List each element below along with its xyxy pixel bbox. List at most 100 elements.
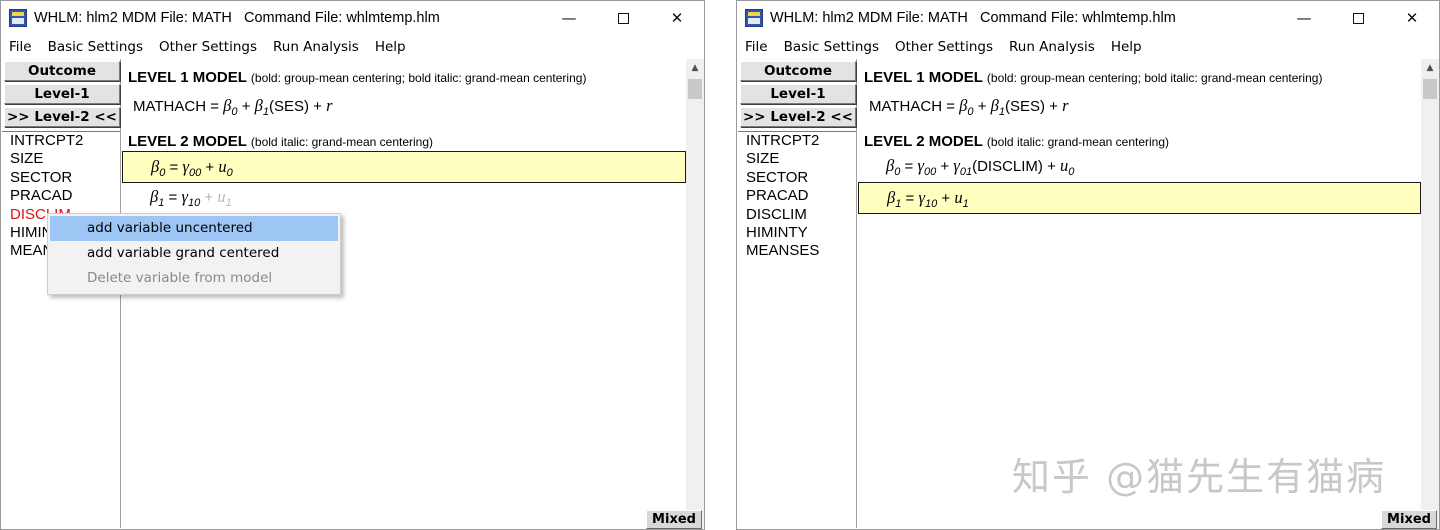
variable-item-sector[interactable]: SECTOR: [2, 169, 120, 187]
predictor-ses: (SES): [268, 98, 309, 115]
plus-sign: +: [1047, 158, 1056, 175]
close-icon[interactable]: ✕: [1385, 1, 1439, 35]
variable-item-pracad[interactable]: PRACAD: [2, 187, 120, 205]
level1-equation[interactable]: MATHACH = β0 + β1(SES) + r: [869, 96, 1069, 118]
scroll-up-icon[interactable]: ▲: [1421, 59, 1439, 77]
plus-sign: +: [977, 98, 987, 115]
residual-u: u: [218, 157, 227, 176]
scroll-thumb[interactable]: [1423, 79, 1437, 99]
vertical-scrollbar[interactable]: ▲: [1421, 59, 1439, 528]
whlm-window-left: WHLM: hlm2 MDM File: MATH Command File: …: [0, 0, 705, 530]
level1-title: LEVEL 1 MODEL: [864, 69, 983, 86]
equals-sign: =: [946, 98, 955, 115]
gamma-subscript: 10: [924, 198, 938, 210]
variable-item-size[interactable]: SIZE: [2, 150, 120, 168]
beta-subscript: 0: [894, 166, 901, 178]
level1-heading: LEVEL 1 MODEL (bold: group-mean centering…: [864, 69, 1322, 87]
level2-equation-1: β1 = γ10 + u1: [150, 187, 232, 209]
outcome-button[interactable]: Outcome: [740, 61, 856, 81]
equals-sign: =: [168, 189, 178, 206]
beta-subscript: 1: [895, 198, 902, 210]
predictor-disclim: (DISCLIM): [972, 158, 1043, 175]
scroll-thumb[interactable]: [688, 79, 702, 99]
level1-button[interactable]: Level-1: [4, 84, 120, 104]
delete-variable-item: Delete variable from model: [87, 270, 273, 286]
beta-subscript: 1: [158, 197, 165, 209]
title-bar[interactable]: WHLM: hlm2 MDM File: MATH Command File: …: [737, 1, 1439, 35]
level1-title: LEVEL 1 MODEL: [128, 69, 247, 86]
beta-symbol: β: [886, 156, 895, 175]
menu-help[interactable]: Help: [367, 39, 414, 55]
plus-sign: +: [204, 189, 214, 206]
beta-symbol: β: [151, 157, 160, 176]
level2-note: (bold italic: grand-mean centering): [250, 135, 434, 149]
plus-sign: +: [1049, 98, 1058, 115]
scroll-up-icon[interactable]: ▲: [686, 59, 704, 77]
mixed-button[interactable]: Mixed: [1381, 510, 1437, 529]
variable-item-sector[interactable]: SECTOR: [738, 169, 856, 187]
minimize-icon[interactable]: —: [542, 1, 596, 35]
menu-file[interactable]: File: [737, 39, 776, 55]
residual-u[interactable]: u: [954, 188, 962, 207]
level2-button[interactable]: >> Level-2 <<: [4, 107, 120, 127]
title-bar[interactable]: WHLM: hlm2 MDM File: MATH Command File: …: [1, 1, 704, 35]
beta-symbol: β: [990, 96, 999, 115]
level2-equation-row-1[interactable]: β1 = γ10 + u1: [122, 182, 686, 214]
gamma-subscript: 00: [188, 167, 202, 179]
u-subscript: 1: [225, 197, 232, 209]
menu-basic-settings[interactable]: Basic Settings: [40, 39, 151, 55]
minimize-icon[interactable]: —: [1277, 1, 1331, 35]
variable-list: INTRCPT2 SIZE SECTOR PRACAD DISCLIM HIMI…: [2, 131, 120, 528]
plus-sign: +: [313, 98, 322, 115]
menu-run-analysis[interactable]: Run Analysis: [265, 39, 367, 55]
variable-panel: Outcome Level-1 >> Level-2 << INTRCPT2 S…: [738, 59, 857, 528]
close-icon[interactable]: ✕: [650, 1, 704, 35]
watermark-text: 知乎 @猫先生有猫病: [1012, 455, 1387, 499]
level2-equation-row-0[interactable]: β0 = γ00 + u0: [122, 151, 686, 183]
variable-item-intrcpt2[interactable]: INTRCPT2: [738, 132, 856, 150]
menu-bar: File Basic Settings Other Settings Run A…: [737, 36, 1439, 58]
level2-equation-row-0[interactable]: β0 = γ00 + γ01(DISCLIM) + u0: [858, 151, 1421, 183]
gamma-subscript: 10: [187, 197, 201, 209]
plus-sign: +: [205, 159, 215, 176]
window-title: WHLM: hlm2 MDM File: MATH Command File: …: [770, 10, 1176, 26]
level2-equation-row-1[interactable]: β1 = γ10 + u1: [858, 182, 1421, 214]
level1-heading: LEVEL 1 MODEL (bold: group-mean centering…: [128, 69, 586, 87]
variable-item-intrcpt2[interactable]: INTRCPT2: [2, 132, 120, 150]
maximize-icon[interactable]: [596, 1, 650, 35]
equals-sign: =: [169, 159, 179, 176]
level2-title: LEVEL 2 MODEL: [864, 133, 983, 150]
menu-other-settings[interactable]: Other Settings: [151, 39, 265, 55]
add-variable-uncentered-item[interactable]: add variable uncentered: [50, 216, 338, 241]
plus-sign: +: [241, 98, 251, 115]
menu-run-analysis[interactable]: Run Analysis: [1001, 39, 1103, 55]
beta-subscript: 0: [159, 167, 166, 179]
variable-item-himinty[interactable]: HIMINTY: [738, 224, 856, 242]
residual-u[interactable]: u: [217, 187, 225, 206]
beta-symbol: β: [150, 187, 159, 206]
variable-item-size[interactable]: SIZE: [738, 150, 856, 168]
residual-r: r: [1062, 96, 1069, 115]
mixed-button[interactable]: Mixed: [646, 510, 702, 529]
beta-symbol: β: [887, 188, 896, 207]
menu-file[interactable]: File: [1, 39, 40, 55]
outcome-button[interactable]: Outcome: [4, 61, 120, 81]
variable-item-pracad[interactable]: PRACAD: [738, 187, 856, 205]
plus-sign: +: [940, 158, 950, 175]
level2-button[interactable]: >> Level-2 <<: [740, 107, 856, 127]
maximize-icon[interactable]: [1331, 1, 1385, 35]
add-variable-grand-centered-item[interactable]: add variable grand centered: [50, 241, 338, 266]
level2-equation-1: β1 = γ10 + u1: [887, 188, 969, 210]
beta-symbol: β: [254, 96, 263, 115]
variable-item-disclim[interactable]: DISCLIM: [738, 206, 856, 224]
variable-item-meanses[interactable]: MEANSES: [738, 242, 856, 260]
level2-equation-0: β0 = γ00 + γ01(DISCLIM) + u0: [886, 156, 1074, 178]
vertical-scrollbar[interactable]: ▲: [686, 59, 704, 528]
menu-basic-settings[interactable]: Basic Settings: [776, 39, 887, 55]
menu-other-settings[interactable]: Other Settings: [887, 39, 1001, 55]
level1-button[interactable]: Level-1: [740, 84, 856, 104]
menu-help[interactable]: Help: [1103, 39, 1150, 55]
level2-equation-0: β0 = γ00 + u0: [151, 157, 233, 179]
level1-equation[interactable]: MATHACH = β0 + β1(SES) + r: [133, 96, 333, 118]
residual-r: r: [326, 96, 333, 115]
